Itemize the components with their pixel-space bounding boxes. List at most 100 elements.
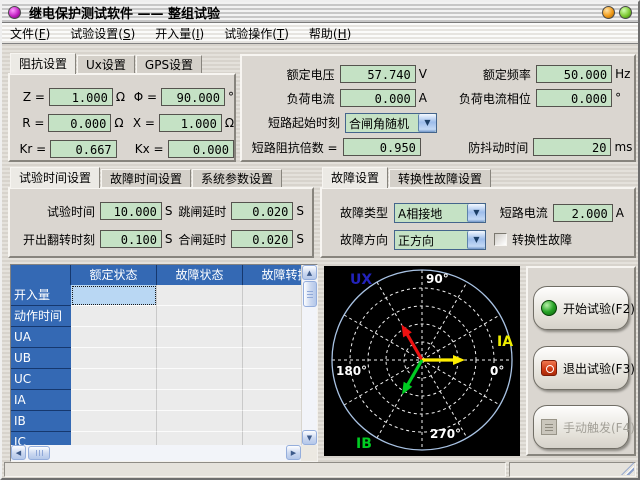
exit-test-button[interactable]: 退出试验(F3) [533, 346, 629, 390]
scroll-left-icon[interactable]: ◀ [11, 445, 26, 460]
short-start-value: 合闸角随机 [346, 114, 418, 132]
short-start-dropdown[interactable]: 合闸角随机 ▼ [345, 113, 437, 133]
kr-field[interactable]: 0.667 [50, 140, 116, 158]
table-cell[interactable] [243, 369, 301, 390]
kr-label: Kr = [18, 142, 46, 156]
flip-time-field[interactable]: 0.100 [100, 230, 162, 248]
trip-delay-field[interactable]: 0.020 [231, 202, 293, 220]
table-cell[interactable] [71, 390, 157, 411]
tab-impedance-settings[interactable]: 阻抗设置 [10, 53, 76, 74]
table-cell[interactable] [71, 327, 157, 348]
table-cell[interactable] [71, 306, 157, 327]
z-field[interactable]: 1.000 [49, 88, 113, 106]
fault-settings-panel: 故障设置 转换性故障设置 故障类型 A相接地 ▼ 短路电流 2.000 A 故障… [320, 168, 636, 258]
action-button-panel: 开始试验(F2) 退出试验(F3) 手动触发(F4) [526, 266, 636, 456]
chevron-down-icon[interactable]: ▼ [418, 114, 436, 132]
table-cell[interactable] [71, 285, 157, 306]
z-unit: Ω [116, 90, 130, 104]
table-cell[interactable] [157, 306, 243, 327]
scroll-up-icon[interactable]: ▲ [302, 265, 317, 280]
test-time-field[interactable]: 10.000 [100, 202, 162, 220]
load-phase-field[interactable]: 0.000 [536, 89, 612, 107]
resize-grip[interactable] [621, 462, 634, 475]
scroll-down-icon[interactable]: ▼ [302, 430, 317, 445]
menu-test-settings[interactable]: 试验设置(S) [70, 25, 135, 42]
table-row: UB [11, 348, 301, 369]
tab-gps-settings[interactable]: GPS设置 [136, 55, 202, 74]
plot-labels: UX IA IB 90° 180° 0° 270° [336, 272, 513, 452]
horizontal-scroll-thumb[interactable] [28, 446, 50, 460]
table-cell[interactable] [157, 348, 243, 369]
start-test-button[interactable]: 开始试验(F2) [533, 286, 629, 330]
fault-type-dropdown[interactable]: A相接地 ▼ [394, 203, 486, 223]
x-unit: Ω [225, 116, 234, 130]
rated-voltage-field[interactable]: 57.740 [340, 65, 416, 83]
table-cell[interactable] [157, 411, 243, 432]
scroll-right-icon[interactable]: ▶ [286, 445, 301, 460]
manual-trigger-button[interactable]: 手动触发(F4) [533, 405, 629, 449]
menu-help[interactable]: 帮助(H) [309, 25, 351, 42]
antishake-field[interactable]: 20 [533, 138, 611, 156]
menu-file[interactable]: 文件(F) [10, 25, 50, 42]
phi-field[interactable]: 90.000 [161, 88, 225, 106]
convert-fault-label: 转换性故障 [512, 231, 572, 248]
column-header-fault-state[interactable]: 故障状态 [157, 265, 243, 285]
table-cell[interactable] [71, 369, 157, 390]
r-field[interactable]: 0.000 [48, 114, 111, 132]
tab-fault-settings[interactable]: 故障设置 [322, 167, 388, 188]
minimize-button[interactable] [602, 6, 615, 19]
horizontal-scrollbar[interactable]: ◀ ▶ [11, 445, 301, 461]
menu-test-operation[interactable]: 试验操作(T) [224, 25, 289, 42]
table-cell[interactable] [243, 348, 301, 369]
row-header: 开入量 [11, 285, 71, 306]
vertical-scrollbar[interactable]: ▲ ▼ [301, 265, 317, 445]
z-label: Z = [18, 90, 45, 104]
table-cell[interactable] [243, 327, 301, 348]
short-current-field[interactable]: 2.000 [553, 204, 613, 222]
tab-test-time[interactable]: 试验时间设置 [10, 167, 100, 188]
table-cell[interactable] [71, 348, 157, 369]
angle-0-label: 0° [490, 364, 504, 378]
r-label: R = [18, 116, 44, 130]
load-current-field[interactable]: 0.000 [340, 89, 416, 107]
close-button[interactable] [619, 6, 632, 19]
tab-fault-time[interactable]: 故障时间设置 [101, 169, 191, 188]
stop-icon [541, 360, 557, 376]
tab-system-params[interactable]: 系统参数设置 [192, 169, 282, 188]
vertical-scroll-thumb[interactable] [303, 281, 317, 307]
table-cell[interactable] [157, 369, 243, 390]
chevron-down-icon[interactable]: ▼ [467, 204, 485, 222]
tab-ux-settings[interactable]: Ux设置 [77, 55, 135, 74]
fault-direction-label: 故障方向 [332, 231, 388, 248]
table-cell[interactable] [71, 411, 157, 432]
title-bar: 继电保护测试软件 —— 整组试验 [2, 2, 638, 23]
impedance-multiple-field[interactable]: 0.950 [343, 138, 421, 156]
tab-convert-fault-settings[interactable]: 转换性故障设置 [389, 169, 491, 188]
table-cell[interactable] [71, 432, 157, 445]
table-cell[interactable] [157, 432, 243, 445]
table-cell[interactable] [157, 390, 243, 411]
window-system-icon[interactable] [8, 6, 21, 19]
convert-fault-checkbox[interactable] [494, 233, 507, 246]
table-cell[interactable] [157, 327, 243, 348]
rated-freq-field[interactable]: 50.000 [536, 65, 612, 83]
table-cell[interactable] [243, 390, 301, 411]
table-cell[interactable] [243, 285, 301, 306]
ib-label: IB [356, 436, 372, 452]
fault-type-label: 故障类型 [332, 204, 388, 221]
table-cell[interactable] [157, 285, 243, 306]
x-field[interactable]: 1.000 [159, 114, 222, 132]
load-phase-unit: ° [615, 91, 634, 105]
table-cell[interactable] [243, 432, 301, 445]
table-cell[interactable] [243, 306, 301, 327]
kx-field[interactable]: 0.000 [168, 140, 234, 158]
chevron-down-icon[interactable]: ▼ [467, 231, 485, 249]
close-delay-field[interactable]: 0.020 [231, 230, 293, 248]
column-header-fault-convert[interactable]: 故障转换 [243, 265, 301, 285]
table-row: 动作时间 [11, 306, 301, 327]
menu-binary-input[interactable]: 开入量(I) [155, 25, 204, 42]
table-cell[interactable] [243, 411, 301, 432]
column-header-rated-state[interactable]: 额定状态 [71, 265, 157, 285]
fault-direction-dropdown[interactable]: 正方向 ▼ [394, 230, 486, 250]
source-settings-panel: 额定电压 57.740 V 额定频率 50.000 Hz 负荷电流 0.000 … [240, 54, 636, 162]
